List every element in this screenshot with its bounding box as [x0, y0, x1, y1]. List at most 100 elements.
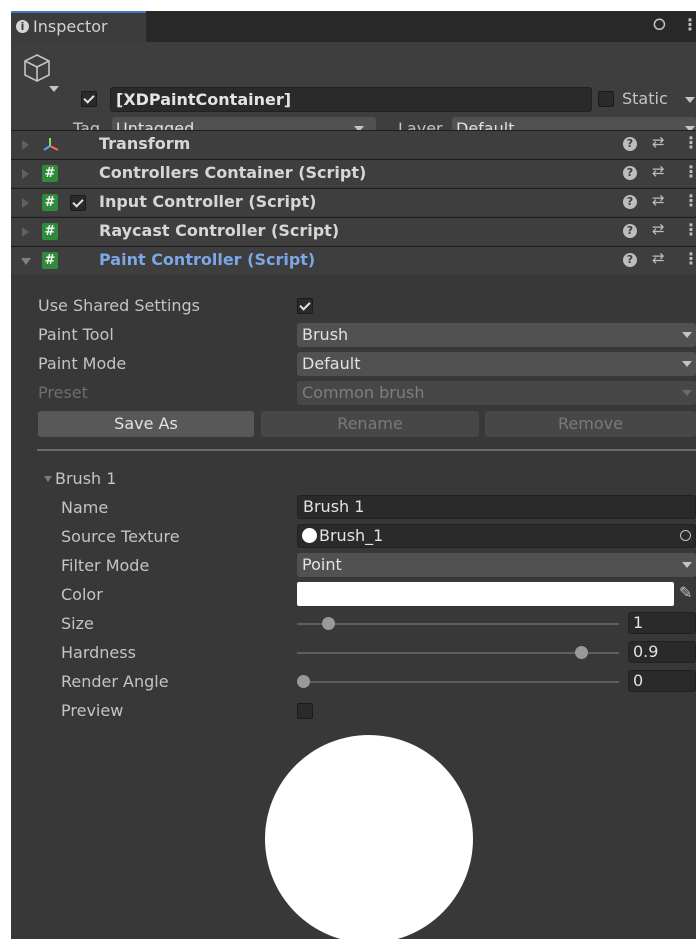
presets-icon[interactable]: ⇄ [652, 133, 665, 151]
preview-checkbox[interactable] [297, 703, 313, 719]
presets-icon[interactable]: ⇄ [652, 220, 665, 238]
chevron-down-icon [682, 390, 692, 396]
fold-arrow-icon[interactable] [22, 198, 29, 208]
component-menu-icon[interactable]: ⋮ [683, 191, 696, 210]
script-icon: # [42, 194, 58, 211]
active-checkbox[interactable] [81, 91, 97, 107]
preset-label: Preset [38, 383, 88, 402]
lock-icon[interactable]: ⭘ [653, 15, 666, 35]
fold-arrow-expanded-icon[interactable] [21, 258, 31, 265]
paint-mode-dropdown[interactable]: Default [297, 352, 696, 376]
brush-preview-image [265, 735, 473, 939]
save-as-button[interactable]: Save As [38, 411, 254, 437]
component-paint-controller[interactable]: # Paint Controller (Script) ? ⇄ ⋮ [11, 246, 696, 274]
paint-tool-value: Brush [302, 325, 349, 344]
tab-menu-icon[interactable]: ⋮ [682, 15, 696, 34]
paint-mode-label: Paint Mode [38, 354, 127, 373]
texture-thumbnail-icon [302, 528, 317, 543]
source-texture-value: Brush_1 [319, 526, 384, 545]
name-label: Name [61, 498, 109, 517]
size-number-field[interactable]: 1 [628, 612, 696, 634]
paint-tool-dropdown[interactable]: Brush [297, 323, 696, 347]
fold-arrow-icon[interactable] [22, 227, 29, 237]
help-icon[interactable]: ? [623, 195, 637, 209]
component-raycast-controller[interactable]: # Raycast Controller (Script) ? ⇄ ⋮ [11, 217, 696, 245]
paint-tool-label: Paint Tool [38, 325, 114, 344]
fold-arrow-icon[interactable] [22, 140, 29, 150]
chevron-down-icon [682, 562, 692, 568]
hardness-label: Hardness [61, 643, 136, 662]
component-title: Paint Controller (Script) [99, 250, 316, 269]
hardness-slider-track[interactable] [297, 652, 619, 654]
chevron-down-icon [682, 361, 692, 367]
help-icon[interactable]: ? [623, 224, 637, 238]
filter-mode-label: Filter Mode [61, 556, 150, 575]
gameobject-header: [XDPaintContainer] Static Tag Untagged L… [11, 42, 696, 141]
divider [37, 449, 696, 451]
static-dropdown-icon[interactable] [685, 97, 695, 103]
chevron-down-icon [682, 332, 692, 338]
filter-mode-dropdown[interactable]: Point [297, 553, 696, 577]
render-angle-number-field[interactable]: 0 [628, 670, 696, 692]
use-shared-settings-label: Use Shared Settings [38, 296, 201, 315]
info-icon: i [16, 20, 29, 33]
rename-button[interactable]: Rename [261, 411, 479, 437]
presets-icon[interactable]: ⇄ [652, 191, 665, 209]
preset-value: Common brush [302, 383, 425, 402]
render-angle-label: Render Angle [61, 672, 169, 691]
component-input-controller[interactable]: # Input Controller (Script) ? ⇄ ⋮ [11, 188, 696, 216]
brush-header[interactable]: Brush 1 [55, 469, 116, 488]
component-title: Raycast Controller (Script) [99, 221, 340, 240]
help-icon[interactable]: ? [623, 253, 637, 267]
tab-label: Inspector [33, 17, 108, 36]
size-label: Size [61, 614, 94, 633]
render-angle-slider-track[interactable] [297, 681, 619, 683]
hardness-slider-knob[interactable] [575, 646, 589, 659]
paint-mode-value: Default [302, 354, 361, 373]
component-transform[interactable]: Transform ? ⇄ ⋮ [11, 130, 696, 158]
component-title: Input Controller (Script) [99, 192, 317, 211]
hardness-number-field[interactable]: 0.9 [628, 641, 696, 663]
filter-mode-value: Point [302, 555, 342, 574]
presets-icon[interactable]: ⇄ [652, 249, 665, 267]
component-menu-icon[interactable]: ⋮ [683, 220, 696, 239]
icon-dropdown-arrow-icon[interactable] [49, 86, 59, 92]
object-name-field[interactable]: [XDPaintContainer] [110, 87, 592, 112]
component-menu-icon[interactable]: ⋮ [683, 133, 696, 152]
component-enabled-checkbox[interactable] [70, 195, 86, 211]
component-controllers-container[interactable]: # Controllers Container (Script) ? ⇄ ⋮ [11, 159, 696, 187]
use-shared-settings-checkbox[interactable] [297, 298, 313, 314]
remove-button[interactable]: Remove [485, 411, 696, 437]
gameobject-cube-icon[interactable] [21, 52, 53, 84]
transform-axes-icon [43, 138, 59, 151]
presets-icon[interactable]: ⇄ [652, 162, 665, 180]
help-icon[interactable]: ? [623, 137, 637, 151]
component-title: Controllers Container (Script) [99, 163, 367, 182]
help-icon[interactable]: ? [623, 166, 637, 180]
static-checkbox[interactable] [598, 91, 614, 107]
size-slider-knob[interactable] [321, 617, 335, 630]
static-label: Static [622, 89, 668, 108]
size-slider-track[interactable] [297, 623, 619, 625]
brush-fold-arrow-icon[interactable] [44, 476, 52, 482]
color-label: Color [61, 585, 103, 604]
source-texture-field[interactable]: Brush_1 [297, 524, 696, 548]
preview-label: Preview [61, 701, 124, 720]
brush-name-field[interactable]: Brush 1 [297, 495, 696, 519]
tab-bar: i Inspector ⭘ ⋮ [11, 11, 696, 42]
script-icon: # [42, 165, 58, 182]
preset-dropdown: Common brush [297, 381, 696, 405]
component-menu-icon[interactable]: ⋮ [683, 162, 696, 181]
inspector-window: i Inspector ⭘ ⋮ [XDPaintContainer] Stati… [11, 11, 696, 939]
script-icon: # [42, 252, 58, 269]
eyedropper-icon[interactable]: ✎ [679, 583, 692, 602]
object-picker-icon[interactable] [680, 530, 691, 541]
component-menu-icon[interactable]: ⋮ [683, 249, 696, 268]
component-title: Transform [99, 134, 191, 153]
render-angle-slider-knob[interactable] [297, 675, 310, 688]
script-icon: # [42, 223, 58, 240]
color-swatch[interactable] [297, 582, 674, 606]
source-texture-label: Source Texture [61, 527, 180, 546]
tab-inspector[interactable]: i Inspector [11, 11, 146, 42]
fold-arrow-icon[interactable] [22, 169, 29, 179]
